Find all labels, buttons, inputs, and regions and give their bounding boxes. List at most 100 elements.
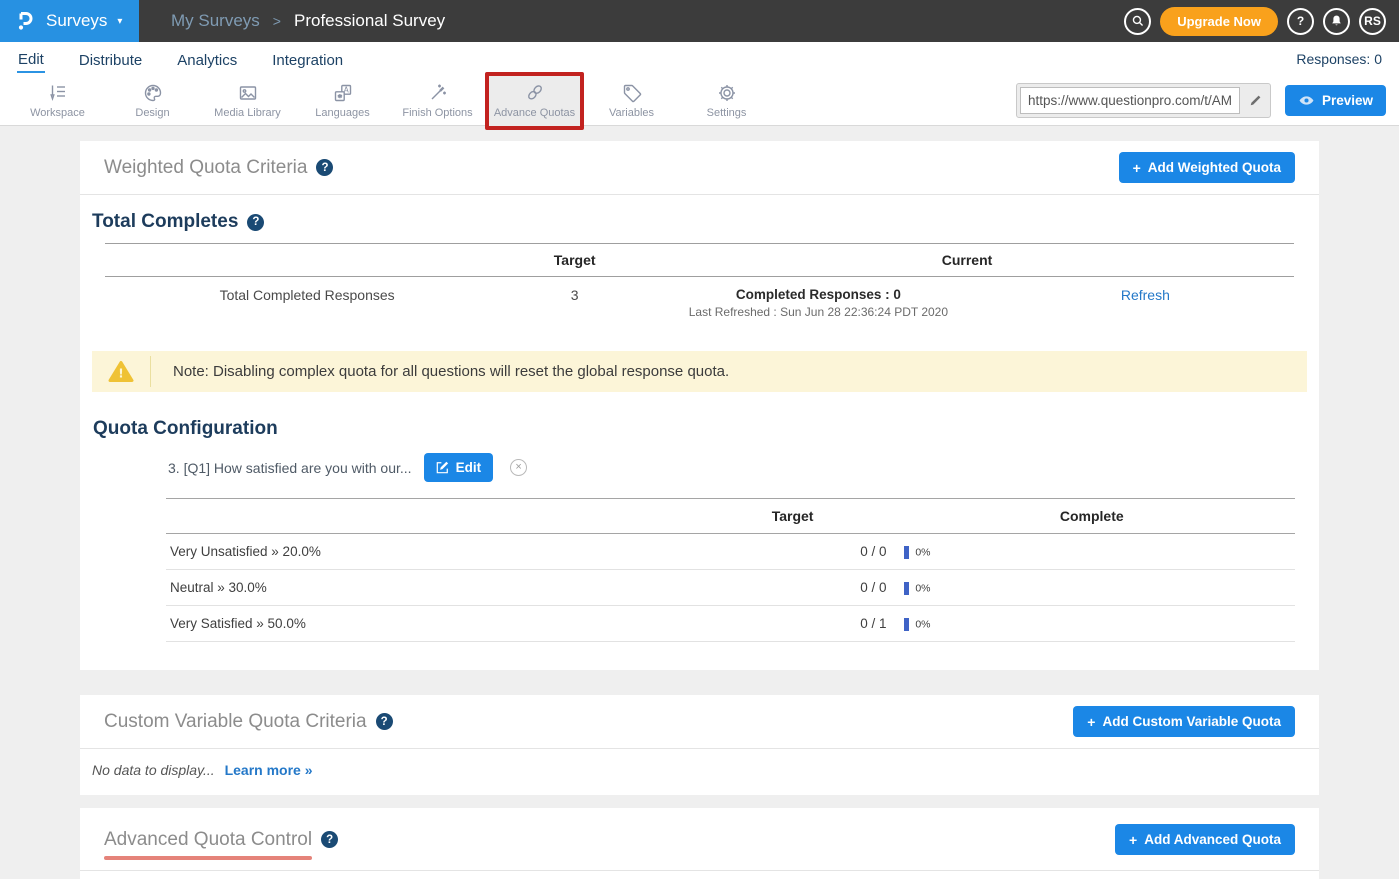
questionpro-logo-icon: [15, 10, 37, 32]
answer-option-label: Very Satisfied » 50.0%: [166, 606, 697, 642]
toolbar-item-label: Variables: [609, 107, 654, 119]
help-circle-icon[interactable]: ?: [247, 214, 264, 231]
progress-bar: [904, 618, 909, 631]
toolbar-item-design[interactable]: Design: [105, 76, 200, 125]
topbar: Surveys ▾ My Surveys > Professional Surv…: [0, 0, 1399, 42]
help-button[interactable]: ?: [1287, 8, 1314, 35]
variables-icon: [621, 82, 643, 104]
total-completed-label: Total Completed Responses: [105, 277, 509, 330]
warning-icon: !: [92, 351, 150, 392]
toolbar-item-finish-options[interactable]: Finish Options: [390, 76, 485, 125]
design-icon: [142, 82, 164, 104]
product-menu[interactable]: Surveys ▾: [0, 0, 139, 42]
languages-icon: A: [332, 82, 354, 104]
breadcrumb-parent[interactable]: My Surveys: [171, 11, 260, 31]
total-completes-section: Total Completes ? Target Current Total C…: [80, 195, 1319, 392]
preview-button[interactable]: Preview: [1285, 85, 1386, 116]
toolbar-item-label: Advance Quotas: [494, 107, 575, 119]
breadcrumb: My Surveys > Professional Survey: [171, 0, 445, 42]
column-current: Current: [640, 244, 1294, 277]
eye-icon: [1298, 94, 1315, 107]
progress-percent: 0%: [915, 618, 930, 630]
add-weighted-quota-button[interactable]: + Add Weighted Quota: [1119, 152, 1295, 183]
table-row: Very Satisfied » 50.0% 0 / 1 0%: [166, 606, 1295, 642]
table-row: Neutral » 30.0% 0 / 0 0%: [166, 570, 1295, 606]
finish-options-icon: [427, 82, 449, 104]
preview-label: Preview: [1322, 93, 1373, 108]
advance-quotas-icon: [524, 82, 546, 104]
media-library-icon: [237, 82, 259, 104]
total-completes-title: Total Completes: [92, 211, 238, 233]
plus-icon: +: [1129, 833, 1137, 847]
completed-responses-value: Completed Responses : 0: [644, 287, 993, 302]
svg-text:!: !: [118, 367, 123, 381]
toolbar-item-workspace[interactable]: Workspace: [10, 76, 105, 125]
add-custom-variable-quota-button[interactable]: + Add Custom Variable Quota: [1073, 706, 1295, 737]
advanced-quota-card: Advanced Quota Control ? + Add Advanced …: [80, 808, 1319, 879]
upgrade-now-button[interactable]: Upgrade Now: [1160, 7, 1278, 36]
edit-question-button[interactable]: Edit: [424, 453, 494, 482]
toolbar-item-variables[interactable]: Variables: [584, 76, 679, 125]
breadcrumb-separator: >: [273, 13, 281, 29]
topbar-actions: Upgrade Now ? RS: [1124, 0, 1399, 42]
progress-percent: 0%: [915, 546, 930, 558]
tab-distribute[interactable]: Distribute: [78, 47, 143, 72]
toolbar-item-advance-quotas[interactable]: Advance Quotas: [485, 72, 584, 130]
toolbar-item-media-library[interactable]: Media Library: [200, 76, 295, 125]
pencil-square-icon: [436, 461, 449, 474]
toolbar-item-label: Design: [135, 107, 169, 119]
workspace-icon: [47, 82, 69, 104]
tab-analytics[interactable]: Analytics: [176, 47, 238, 72]
answer-option-label: Neutral » 30.0%: [166, 570, 697, 606]
bell-icon: [1330, 14, 1343, 28]
weighted-quota-title: Weighted Quota Criteria: [104, 157, 307, 179]
search-button[interactable]: [1124, 8, 1151, 35]
product-menu-label: Surveys: [46, 11, 107, 31]
toolbar-item-label: Languages: [315, 107, 369, 119]
tab-integration[interactable]: Integration: [271, 47, 344, 72]
search-icon: [1131, 14, 1145, 28]
help-circle-icon[interactable]: ?: [321, 831, 338, 848]
main-nav: Edit Distribute Analytics Integration Re…: [0, 42, 1399, 76]
note-banner: ! Note: Disabling complex quota for all …: [92, 351, 1307, 392]
add-advanced-quota-button[interactable]: + Add Advanced Quota: [1115, 824, 1295, 855]
tab-edit[interactable]: Edit: [17, 46, 45, 73]
progress-percent: 0%: [915, 582, 930, 594]
avatar[interactable]: RS: [1359, 8, 1386, 35]
custom-variable-quota-header: Custom Variable Quota Criteria ? + Add C…: [80, 695, 1319, 748]
edit-toolbar: Workspace Design Media Library A: [0, 76, 1399, 126]
progress-bar: [904, 582, 909, 595]
progress-bar: [904, 546, 909, 559]
toolbar-item-settings[interactable]: Settings: [679, 76, 774, 125]
toolbar-item-label: Media Library: [214, 107, 281, 119]
survey-url-input[interactable]: [1020, 87, 1240, 114]
refresh-link[interactable]: Refresh: [1121, 287, 1170, 303]
quota-configuration-section: Quota Configuration 3. [Q1] How satisfie…: [80, 392, 1319, 670]
column-target: Target: [509, 244, 640, 277]
help-circle-icon[interactable]: ?: [316, 159, 333, 176]
weighted-quota-card: Weighted Quota Criteria ? + Add Weighted…: [80, 141, 1319, 670]
remove-quota-icon[interactable]: ×: [510, 459, 527, 476]
help-circle-icon[interactable]: ?: [376, 713, 393, 730]
weighted-quota-header: Weighted Quota Criteria ? + Add Weighted…: [80, 141, 1319, 194]
table-row: Total Completed Responses 3 Completed Re…: [105, 277, 1294, 330]
last-refreshed-timestamp: Last Refreshed : Sun Jun 28 22:36:24 PDT…: [644, 305, 993, 319]
learn-more-link[interactable]: Learn more »: [225, 762, 313, 778]
column-target: Target: [697, 499, 889, 534]
chevron-down-icon: ▾: [117, 16, 122, 27]
quota-table: Target Complete Very Unsatisfied » 20.0%…: [166, 498, 1295, 642]
notifications-button[interactable]: [1323, 8, 1350, 35]
custom-variable-quota-card: Custom Variable Quota Criteria ? + Add C…: [80, 695, 1319, 795]
target-value: 3: [509, 277, 640, 330]
toolbar-item-languages[interactable]: A Languages: [295, 76, 390, 125]
note-text: Note: Disabling complex quota for all qu…: [151, 351, 729, 392]
page-content: Weighted Quota Criteria ? + Add Weighted…: [0, 126, 1399, 879]
empty-state: No data to display... Learn more »: [80, 749, 1319, 795]
custom-variable-quota-title: Custom Variable Quota Criteria: [104, 711, 367, 733]
question-label: 3. [Q1] How satisfied are you with our..…: [168, 460, 412, 476]
edit-url-pencil-icon[interactable]: [1248, 94, 1262, 108]
survey-url-box: [1016, 83, 1271, 118]
plus-icon: +: [1087, 715, 1095, 729]
plus-icon: +: [1133, 161, 1141, 175]
answer-option-label: Very Unsatisfied » 20.0%: [166, 534, 697, 570]
